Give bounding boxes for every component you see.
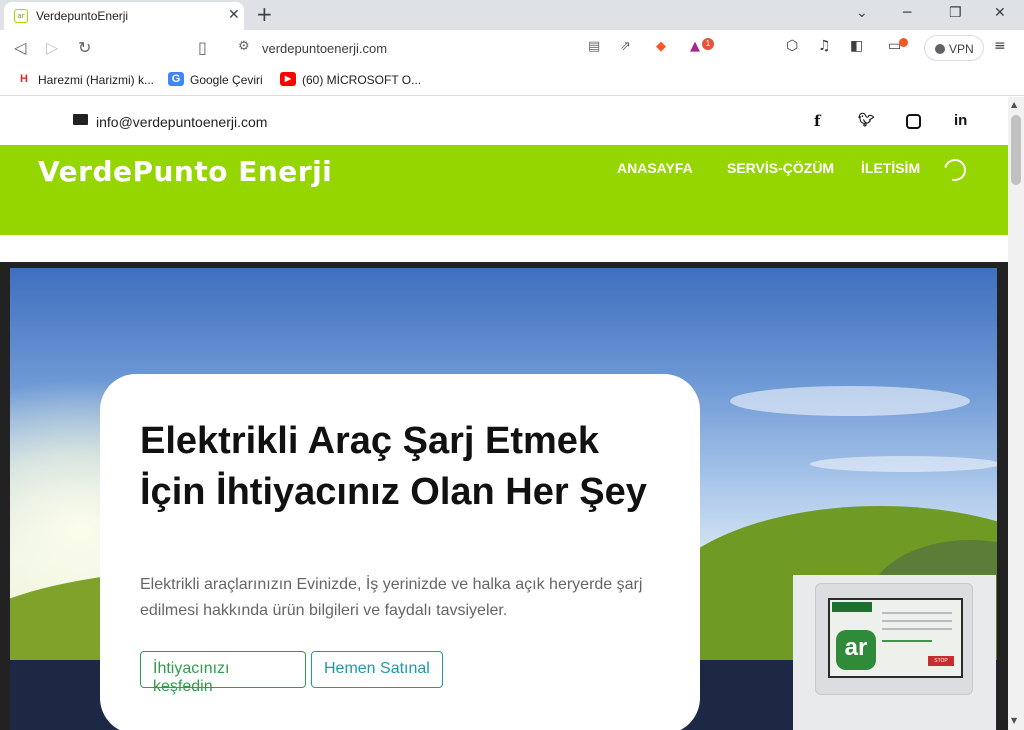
envelope-icon (73, 114, 88, 125)
screen-progress (882, 640, 932, 642)
twitter-icon[interactable]: 🐦︎ (858, 112, 875, 128)
close-window-button[interactable]: ✕ (994, 5, 1006, 21)
bookmark-label: (60) MİCROSOFT O... (302, 73, 422, 87)
main-navbar: VerdePunto Enerji ANASAYFA SERVİS-ÇÖZÜM … (0, 145, 1008, 235)
vpn-button[interactable]: VPN (924, 35, 984, 61)
tab-favicon-icon: ar (14, 9, 28, 23)
screen-header (832, 602, 872, 612)
address-bar[interactable]: ⚙ verdepuntoenerji.com ▤ ⇗ ◆ ▲ 1 (228, 34, 718, 62)
scrollbar-thumb[interactable] (1011, 115, 1021, 185)
url-text[interactable]: verdepuntoenerji.com (262, 41, 387, 56)
close-tab-icon[interactable]: ✕ (228, 7, 240, 23)
back-icon[interactable]: ◁ (14, 38, 26, 57)
google-translate-icon: G (168, 72, 184, 86)
nav-item-iletisim[interactable]: İLETİSİM (861, 160, 920, 176)
reader-mode-icon[interactable]: ▤ (588, 39, 600, 54)
bookmark-icon[interactable]: ▯ (198, 38, 207, 57)
bookmark-item-youtube[interactable]: ▶ (60) MİCROSOFT O... (280, 72, 422, 87)
cloud (730, 386, 970, 416)
charger-device-image: ar STOP (793, 575, 996, 730)
tab-search-icon[interactable]: ⌄ (856, 5, 868, 21)
site-brand[interactable]: VerdePunto Enerji (38, 155, 332, 188)
site-info-icon[interactable]: ⚙ (238, 39, 250, 54)
new-tab-button[interactable]: + (256, 2, 273, 26)
screen-line (882, 628, 952, 630)
scroll-down-icon[interactable]: ▼ (1011, 716, 1017, 725)
device-frame: ar STOP (815, 583, 973, 695)
screen-line (882, 620, 952, 622)
linkedin-icon[interactable]: in (954, 112, 967, 129)
nav-item-anasayfa[interactable]: ANASAYFA (617, 160, 693, 176)
tab-title: VerdepuntoEnerji (36, 9, 129, 23)
hero-card: Elektrikli Araç Şarj Etmek İçin İhtiyacı… (100, 374, 700, 730)
bookmark-item-harezmi[interactable]: H Harezmi (Harizmi) k... (20, 73, 154, 87)
stop-button: STOP (928, 656, 954, 666)
scroll-up-icon[interactable]: ▲ (1011, 100, 1017, 109)
browser-tab-bar: ar VerdepuntoEnerji ✕ + ⌄ ─ ❐ ✕ (0, 0, 1024, 30)
vpn-status-icon (935, 44, 945, 54)
dark-mode-toggle-icon[interactable] (939, 154, 971, 186)
browser-toolbar: ◁ ▷ ↻ ▯ ⚙ verdepuntoenerji.com ▤ ⇗ ◆ ▲ 1… (0, 30, 1024, 66)
bookmark-label: Harezmi (Harizmi) k... (38, 73, 154, 87)
share-icon[interactable]: ⇗ (620, 39, 631, 54)
screen-line (882, 612, 952, 614)
extensions-icon[interactable]: ⬡ (786, 38, 798, 54)
ar-logo-icon: ar (836, 630, 876, 670)
h-logo-icon: H (20, 73, 28, 85)
hero-title: Elektrikli Araç Şarj Etmek İçin İhtiyacı… (140, 420, 647, 513)
minimize-button[interactable]: ─ (903, 5, 911, 21)
bookmarks-bar: H Harezmi (Harizmi) k... G Google Çeviri… (0, 66, 1024, 96)
facebook-icon[interactable]: f (814, 112, 820, 130)
restore-button[interactable]: ❐ (949, 5, 962, 21)
brave-shields-icon[interactable]: ◆ (656, 39, 666, 54)
youtube-icon: ▶ (280, 72, 296, 86)
media-icon[interactable]: ♫ (818, 38, 831, 54)
brave-rewards-icon[interactable]: ▲ (690, 39, 700, 54)
bookmark-label: Google Çeviri (190, 73, 263, 87)
wallet-badge (899, 38, 908, 47)
bookmark-item-google-translate[interactable]: G Google Çeviri (168, 72, 263, 87)
nav-item-servis-cozum[interactable]: SERVİS-ÇÖZÜM (727, 160, 834, 176)
sidebar-icon[interactable]: ◧ (850, 38, 863, 54)
cloud (810, 456, 997, 472)
discover-needs-button[interactable]: İhtiyacınızı keşfedin (140, 651, 306, 695)
rewards-badge: 1 (702, 38, 714, 50)
web-page: info@verdepuntoenerji.com f 🐦︎ in VerdeP… (0, 97, 1008, 730)
contact-email[interactable]: info@verdepuntoenerji.com (96, 114, 267, 130)
device-screen: ar STOP (828, 598, 963, 678)
page-scrollbar[interactable]: ▲ ▼ (1008, 97, 1024, 730)
instagram-icon[interactable] (906, 114, 921, 129)
menu-icon[interactable]: ≡ (994, 38, 1006, 54)
forward-icon[interactable]: ▷ (46, 38, 58, 57)
buy-now-button[interactable]: Hemen Satınal (311, 651, 443, 688)
hero-subtitle: Elektrikli araçlarınızın Evinizde, İş ye… (140, 576, 643, 619)
vpn-label: VPN (949, 42, 974, 56)
browser-tab[interactable]: ar VerdepuntoEnerji ✕ (4, 2, 244, 30)
reload-icon[interactable]: ↻ (78, 38, 91, 57)
